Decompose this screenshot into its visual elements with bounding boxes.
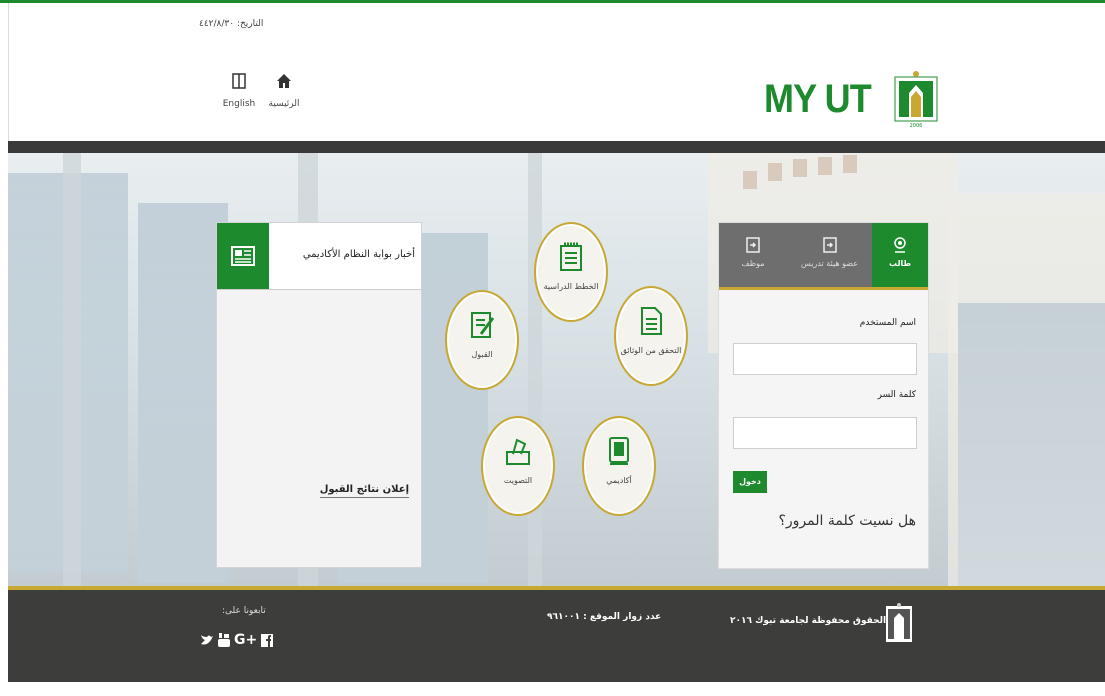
news-panel: أخبار بوابة النظام الأكاديمي إعلان نتائج… bbox=[216, 222, 422, 568]
login-panel: موظف عضو هيئة تدريس طالب اسم المستخدم كل… bbox=[718, 222, 929, 569]
academic-book-icon bbox=[609, 437, 629, 465]
employee-door-icon bbox=[746, 237, 760, 253]
tab-student-label: طالب bbox=[888, 259, 911, 268]
social-links: G+ bbox=[200, 632, 274, 648]
twitter-icon[interactable] bbox=[200, 634, 214, 646]
logo-text: MY UT bbox=[764, 76, 872, 121]
home-link-label: الرئيسية bbox=[268, 99, 300, 109]
myut-logo[interactable]: MY UT 2006 bbox=[764, 68, 939, 130]
facebook-icon[interactable] bbox=[261, 633, 274, 647]
service-study-plans[interactable]: الخطط الدراسية bbox=[534, 222, 608, 322]
hero-background bbox=[8, 153, 1105, 586]
home-icon bbox=[264, 73, 304, 93]
page-header: التاريخ: ٤٤٢/٨/٣٠ English الرئيسية MY UT… bbox=[8, 3, 1105, 141]
header-divider-band bbox=[8, 141, 1105, 153]
service-label: أكاديمي bbox=[606, 476, 632, 485]
forgot-password-link[interactable]: هل نسيت كلمة المرور؟ bbox=[778, 513, 916, 529]
service-label: الخطط الدراسية bbox=[543, 282, 599, 291]
news-item-admission-results[interactable]: إعلان نتائج القبول bbox=[319, 484, 409, 498]
tab-faculty-label: عضو هيئة تدريس bbox=[801, 259, 858, 268]
visitor-count: عدد زوار الموقع : ٩٦١٠٠١ bbox=[547, 612, 662, 622]
username-label: اسم المستخدم bbox=[859, 318, 916, 328]
password-input[interactable] bbox=[733, 417, 917, 449]
service-admission[interactable]: القبول bbox=[445, 290, 519, 390]
document-verify-icon bbox=[641, 307, 662, 335]
youtube-icon[interactable] bbox=[218, 633, 230, 647]
home-link[interactable]: الرئيسية bbox=[264, 73, 304, 109]
tab-employee[interactable]: موظف bbox=[719, 223, 787, 287]
news-panel-header: أخبار بوابة النظام الأكاديمي bbox=[217, 223, 421, 290]
news-title: أخبار بوابة النظام الأكاديمي bbox=[302, 249, 415, 260]
tab-faculty[interactable]: عضو هيئة تدريس bbox=[787, 223, 872, 287]
service-label: التصويت bbox=[503, 476, 533, 485]
username-input[interactable] bbox=[733, 343, 917, 375]
service-voting[interactable]: التصويت bbox=[481, 416, 555, 516]
service-document-verification[interactable]: التحقق من الوثائق bbox=[614, 286, 688, 386]
logo-year: 2006 bbox=[909, 123, 922, 129]
date-label: التاريخ: ٤٤٢/٨/٣٠ bbox=[199, 19, 264, 29]
tab-student[interactable]: طالب bbox=[872, 223, 928, 287]
admission-icon bbox=[471, 312, 495, 338]
faculty-door-icon bbox=[822, 237, 837, 253]
service-label: التحقق من الوثائق bbox=[620, 346, 682, 355]
footer-emblem-icon bbox=[886, 603, 912, 642]
tabs-underline bbox=[719, 287, 928, 290]
login-button[interactable]: دخول bbox=[733, 471, 767, 493]
password-label: كلمة السر bbox=[877, 390, 916, 400]
university-emblem-icon: 2006 bbox=[894, 71, 938, 129]
english-link-label: English bbox=[222, 99, 256, 109]
student-icon bbox=[894, 237, 906, 253]
vote-icon bbox=[506, 438, 530, 465]
newspaper-icon bbox=[217, 223, 269, 289]
login-tabs: موظف عضو هيئة تدريس طالب bbox=[719, 223, 928, 287]
tab-employee-label: موظف bbox=[741, 259, 765, 268]
english-link[interactable]: English bbox=[219, 73, 259, 109]
google-plus-icon[interactable]: G+ bbox=[234, 632, 257, 648]
follow-us-label: تابعونا على: bbox=[222, 606, 266, 616]
service-academic[interactable]: أكاديمي bbox=[582, 416, 656, 516]
study-plan-icon bbox=[560, 242, 582, 271]
book-icon bbox=[219, 73, 259, 93]
service-label: القبول bbox=[471, 350, 493, 359]
page-footer bbox=[8, 590, 1105, 682]
